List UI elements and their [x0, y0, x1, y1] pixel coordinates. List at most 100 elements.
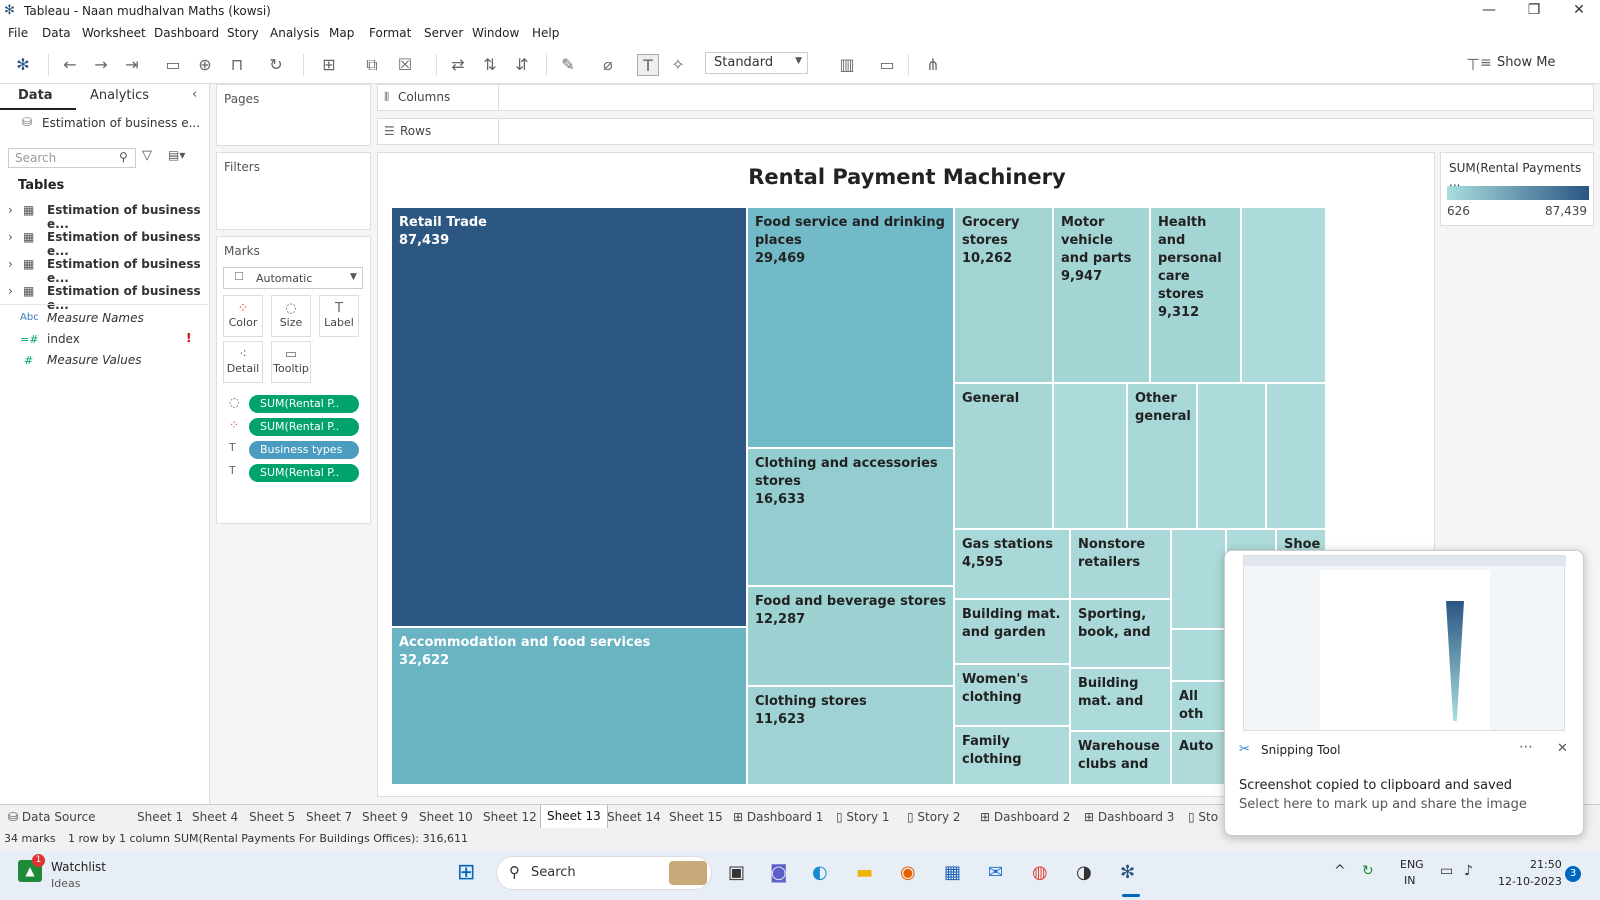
- show-labels-icon[interactable]: T: [637, 54, 659, 76]
- marks-pill-label-dimension[interactable]: Business types: [249, 441, 359, 459]
- show-me-button[interactable]: Show Me: [1497, 55, 1555, 70]
- clock-time[interactable]: 21:50: [1530, 858, 1562, 871]
- tab-dashboard-3[interactable]: ⊞ Dashboard 3: [1084, 810, 1174, 824]
- table-item[interactable]: › ▦ Estimation of business e...: [0, 254, 210, 285]
- sync-icon[interactable]: ↻: [1362, 863, 1374, 879]
- tab-sheet-9[interactable]: Sheet 9: [362, 810, 408, 824]
- rows-shelf[interactable]: ☰ Rows: [377, 118, 1594, 145]
- duplicate-icon[interactable]: ⧉: [361, 54, 383, 76]
- tableau-home-icon[interactable]: ✻: [12, 54, 34, 76]
- treemap-tile[interactable]: Women's clothing: [954, 664, 1070, 726]
- treemap-tile[interactable]: Gas stations 4,595: [954, 529, 1070, 599]
- treemap-tile[interactable]: Motor vehicle and parts 9,947: [1053, 207, 1150, 383]
- menu-format[interactable]: Format: [369, 26, 411, 40]
- menu-map[interactable]: Map: [329, 26, 354, 40]
- treemap-tile[interactable]: General: [954, 383, 1053, 529]
- tab-story-3[interactable]: ▯ Sto: [1188, 810, 1218, 824]
- more-options-icon[interactable]: ⋯: [1519, 739, 1533, 755]
- datasource-name[interactable]: Estimation of business e...: [42, 116, 200, 130]
- tab-sheet-14[interactable]: Sheet 14: [607, 810, 661, 824]
- forward-icon[interactable]: →: [90, 54, 112, 76]
- field-measure-names[interactable]: Measure Names: [47, 311, 144, 325]
- taskbar-search[interactable]: ⚲ Search: [496, 856, 712, 890]
- treemap-tile[interactable]: Other general: [1127, 383, 1197, 529]
- new-datasource-icon[interactable]: ⊕: [194, 54, 216, 76]
- media-app-icon[interactable]: ◑: [1076, 862, 1092, 883]
- volume-icon[interactable]: ♪: [1464, 863, 1473, 879]
- tab-sheet-5[interactable]: Sheet 5: [249, 810, 295, 824]
- lang-primary[interactable]: ENG: [1400, 858, 1424, 871]
- save-icon[interactable]: ▭: [162, 54, 184, 76]
- label-button[interactable]: T Label: [319, 295, 359, 337]
- mark-type-select[interactable]: ☐ Automatic ▼: [223, 267, 363, 289]
- menu-data[interactable]: Data: [42, 26, 71, 40]
- presentation-icon[interactable]: ▭: [876, 54, 898, 76]
- treemap-tile[interactable]: Food and beverage stores 12,287: [747, 586, 954, 686]
- minimize-icon[interactable]: —: [1474, 2, 1504, 18]
- tab-story-2[interactable]: ▯ Story 2: [907, 810, 961, 824]
- sort-asc-icon[interactable]: ⇅: [479, 54, 501, 76]
- refresh-icon[interactable]: ↻: [265, 54, 287, 76]
- menu-worksheet[interactable]: Worksheet: [82, 26, 146, 40]
- treemap-tile[interactable]: Building mat. and garden: [954, 599, 1070, 664]
- marks-pill-color[interactable]: SUM(Rental P..: [249, 418, 359, 436]
- tab-analytics[interactable]: Analytics: [90, 88, 149, 103]
- new-worksheet-icon[interactable]: ⊞: [318, 54, 340, 76]
- treemap-tile-unlabeled[interactable]: [1171, 529, 1226, 629]
- treemap-tile[interactable]: Retail Trade 87,439: [391, 207, 747, 627]
- treemap-tile[interactable]: Health and personal care stores 9,312: [1150, 207, 1241, 383]
- file-explorer-icon[interactable]: ▬: [856, 862, 873, 883]
- chevron-up-icon[interactable]: ^: [1334, 863, 1346, 879]
- show-cards-icon[interactable]: ▥: [836, 54, 858, 76]
- highlight-icon[interactable]: ✎: [557, 54, 579, 76]
- tab-story-1[interactable]: ▯ Story 1: [836, 810, 890, 824]
- menu-story[interactable]: Story: [227, 26, 259, 40]
- mail-icon[interactable]: ✉: [988, 862, 1003, 883]
- back-icon[interactable]: ←: [59, 54, 81, 76]
- collapse-icon[interactable]: ‹: [192, 87, 197, 102]
- menu-window[interactable]: Window: [472, 26, 519, 40]
- table-item[interactable]: › ▦ Estimation of business e...: [0, 227, 210, 258]
- search-input[interactable]: Search ⚲: [8, 148, 136, 168]
- close-icon[interactable]: ✕: [1564, 2, 1594, 18]
- treemap-tile-unlabeled[interactable]: [1241, 207, 1326, 383]
- treemap-tile[interactable]: Building mat. and: [1070, 668, 1171, 731]
- color-legend[interactable]: SUM(Rental Payments ... 626 87,439: [1440, 152, 1594, 226]
- tab-sheet-4[interactable]: Sheet 4: [192, 810, 238, 824]
- treemap-tile[interactable]: Auto: [1171, 731, 1231, 785]
- marks-pill-size[interactable]: SUM(Rental P..: [249, 395, 359, 413]
- table-item[interactable]: › ▦ Estimation of business e...: [0, 200, 210, 231]
- group-icon[interactable]: ⌀: [597, 54, 619, 76]
- tab-sheet-12[interactable]: Sheet 12: [483, 810, 537, 824]
- filter-icon[interactable]: ▽: [142, 148, 152, 163]
- redo-icon[interactable]: ⇥: [121, 54, 143, 76]
- tab-data-source[interactable]: ⛁ Data Source: [8, 810, 96, 824]
- treemap-tile-unlabeled[interactable]: [1266, 383, 1326, 529]
- close-icon[interactable]: ✕: [1557, 741, 1568, 756]
- filters-shelf[interactable]: Filters: [216, 152, 371, 230]
- windows-start-icon[interactable]: ⊞: [457, 860, 475, 885]
- field-measure-values[interactable]: Measure Values: [47, 353, 141, 367]
- swap-icon[interactable]: ⇄: [447, 54, 469, 76]
- treemap-tile[interactable]: Warehouse clubs and: [1070, 731, 1171, 785]
- tab-dashboard-1[interactable]: ⊞ Dashboard 1: [733, 810, 823, 824]
- treemap-tile[interactable]: Grocery stores 10,262: [954, 207, 1053, 383]
- task-view-icon[interactable]: ▣: [728, 862, 745, 883]
- menu-file[interactable]: File: [8, 26, 28, 40]
- chrome-icon[interactable]: ◍: [1032, 862, 1048, 883]
- fix-axes-icon[interactable]: ✧: [667, 54, 689, 76]
- treemap-tile-unlabeled[interactable]: [1171, 629, 1231, 681]
- columns-shelf[interactable]: ⦀ Columns: [377, 84, 1594, 111]
- treemap-tile[interactable]: Nonstore retailers: [1070, 529, 1171, 599]
- tab-sheet-1[interactable]: Sheet 1: [137, 810, 183, 824]
- menu-analysis[interactable]: Analysis: [270, 26, 319, 40]
- treemap-tile-unlabeled[interactable]: [1053, 383, 1127, 529]
- tab-sheet-13[interactable]: Sheet 13: [540, 805, 608, 829]
- treemap-tile[interactable]: Clothing stores 11,623: [747, 686, 954, 785]
- menu-help[interactable]: Help: [532, 26, 559, 40]
- share-icon[interactable]: ⋔: [922, 54, 944, 76]
- notification-badge[interactable]: 3: [1565, 866, 1581, 882]
- view-options-icon[interactable]: ▤▾: [168, 148, 185, 162]
- teams-chat-icon[interactable]: ◙: [770, 862, 787, 883]
- color-button[interactable]: ⁘ Color: [223, 295, 263, 337]
